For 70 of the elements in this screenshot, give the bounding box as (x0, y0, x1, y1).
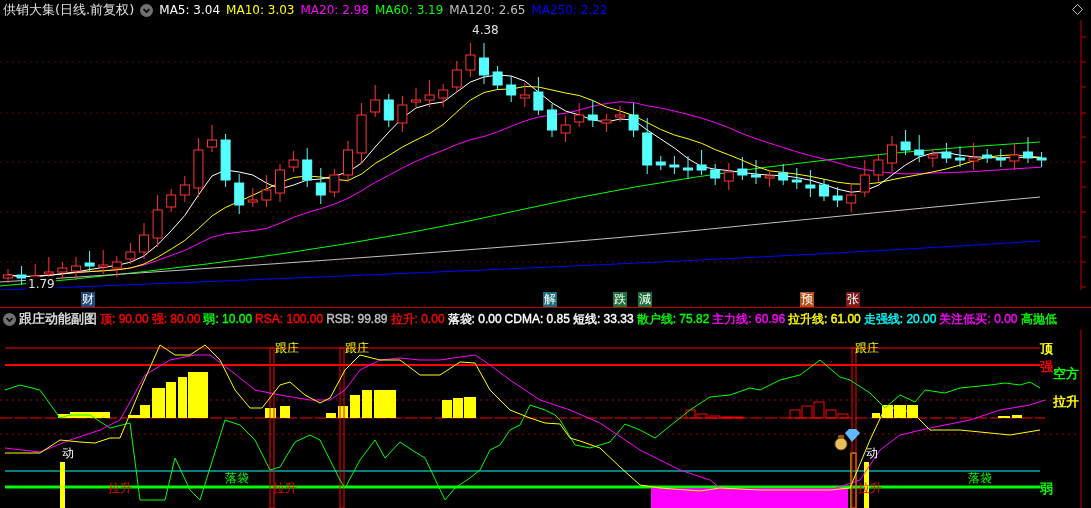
indicator-value: MA10: 3.03 (226, 3, 295, 17)
event-marker: 预 (800, 292, 814, 307)
level-label: 拉升 (1053, 394, 1079, 409)
indicator-value: 关注低买: 0.00 (939, 310, 1018, 328)
histogram-bar (362, 390, 372, 418)
diamond-icon[interactable] (1072, 4, 1083, 15)
indicator-value: MA120: 2.65 (449, 3, 526, 17)
indicator-value: RSA: 100.00 (255, 312, 324, 326)
indicator-value: 弱: 10.00 (203, 310, 253, 328)
histogram-bar (872, 413, 880, 418)
indicator-value: MA60: 3.19 (374, 3, 444, 17)
histogram-bar (265, 408, 276, 418)
signal-label: 拉升 (858, 481, 882, 495)
signal-label: 跟庄 (345, 341, 369, 355)
signal-label: 落袋 (968, 471, 992, 485)
signal-label: 动 (62, 446, 74, 460)
low-price-label: 1.79 (28, 277, 55, 290)
high-price-label: 4.38 (472, 23, 499, 37)
event-marker: 张 (846, 292, 860, 307)
level-label: 弱 (1040, 481, 1053, 496)
indicator-value: 散户线: 75.82 (636, 310, 710, 328)
histogram-bar (350, 395, 360, 418)
histogram-bar (442, 400, 452, 418)
histogram-bar (464, 397, 476, 418)
histogram-bar (374, 390, 396, 418)
signal-label: 动 (866, 446, 878, 460)
histogram-bar (882, 405, 893, 418)
chart-title: 供销大集(日线.前复权) (3, 1, 135, 19)
histogram-bar (1012, 415, 1022, 418)
indicator-value: 拉升线: 61.00 (788, 310, 861, 328)
money-bag-icon (834, 435, 848, 451)
event-marker: 解 (543, 292, 557, 307)
histogram-bar (326, 413, 336, 418)
level-label: 顶 (1040, 341, 1053, 356)
histogram-bar (280, 406, 290, 418)
indicator-title: 跟庄动能副图 (19, 310, 97, 328)
indicator-value: MA250: 2.22 (531, 3, 608, 17)
histogram-bar (907, 405, 918, 418)
signal-bar (60, 462, 65, 508)
indicator-value: 高抛低 (1020, 310, 1057, 328)
histogram-bar (453, 398, 463, 418)
signal-label: 拉升 (273, 481, 297, 495)
histogram-bar (166, 382, 176, 418)
indicator-value: 主力线: 60.96 (712, 310, 786, 328)
level-label: 空方 (1053, 366, 1079, 381)
event-marker: 減 (638, 292, 652, 307)
signal-label: 落袋 (225, 471, 249, 485)
diamond-icon (845, 429, 860, 442)
event-marker: 财 (81, 292, 95, 307)
event-marker: 跌 (613, 292, 627, 307)
dropdown-icon[interactable] (140, 3, 154, 17)
indicator-value: 顶: 90.00 (100, 310, 149, 328)
indicator-value: 走强线: 20.00 (863, 310, 937, 328)
signal-label: 跟庄 (855, 341, 879, 355)
indicator-value: MA20: 2.98 (300, 3, 369, 17)
dropdown-icon[interactable] (3, 312, 16, 326)
indicator-value: 强: 80.00 (151, 310, 201, 328)
indicator-value: 短线: 33.33 (572, 310, 634, 328)
histogram-bar (338, 406, 348, 418)
indicator-value: MA5: 3.04 (159, 3, 221, 17)
signal-label: 跟庄 (275, 341, 299, 355)
histogram-bar (801, 405, 813, 419)
histogram-bar (152, 388, 165, 418)
signal-label: 拉升 (108, 481, 132, 495)
indicator-value: RSB: 99.89 (326, 312, 388, 326)
indicator-value: 落袋: 0.00 (447, 310, 502, 328)
signal-bar (850, 452, 857, 508)
indicator-value: CDMA: 0.85 (504, 312, 570, 326)
indicator-value: 拉升: 0.00 (390, 310, 445, 328)
level-label: 强 (1040, 359, 1053, 374)
